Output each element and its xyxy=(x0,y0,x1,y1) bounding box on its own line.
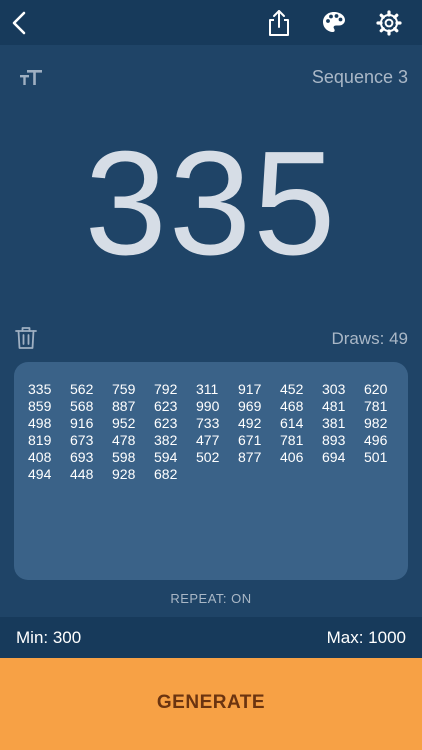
top-toolbar xyxy=(0,0,422,45)
history-number: 492 xyxy=(238,415,262,431)
history-number: 408 xyxy=(28,449,52,465)
history-number: 781 xyxy=(280,432,304,448)
history-number: 682 xyxy=(154,466,178,482)
draws-count: Draws: 49 xyxy=(331,329,408,348)
generate-button-label: GENERATE xyxy=(156,692,266,713)
history-number: 693 xyxy=(70,449,94,465)
history-number: 448 xyxy=(70,466,94,482)
history-number: 673 xyxy=(70,432,94,448)
history-number: 478 xyxy=(112,432,136,448)
generate-button[interactable]: GENERATE xyxy=(0,658,422,750)
history-number: 594 xyxy=(154,449,178,465)
history-number: 781 xyxy=(364,398,388,414)
history-number: 311 xyxy=(196,381,219,397)
history-number: 917 xyxy=(238,381,262,397)
current-number: 335 xyxy=(84,121,338,286)
range-bar: Min: 300 Max: 1000 xyxy=(0,617,422,658)
history-number: 614 xyxy=(280,415,304,431)
history-number: 452 xyxy=(280,381,304,397)
history-number: 671 xyxy=(238,432,262,448)
history-number: 481 xyxy=(322,398,346,414)
history-number: 759 xyxy=(112,381,136,397)
history-number: 598 xyxy=(112,449,136,465)
history-number: 887 xyxy=(112,398,136,414)
back-chevron-icon[interactable] xyxy=(10,10,30,36)
share-icon[interactable] xyxy=(266,9,292,37)
history-number: 501 xyxy=(364,449,388,465)
history-number: 819 xyxy=(28,432,52,448)
history-number: 694 xyxy=(322,449,346,465)
history-number: 733 xyxy=(196,415,220,431)
palette-icon[interactable] xyxy=(321,10,347,34)
history-number: 969 xyxy=(238,398,262,414)
history-number: 477 xyxy=(196,432,220,448)
history-number: 335 xyxy=(28,381,52,397)
history-number: 623 xyxy=(154,398,178,414)
history-number: 792 xyxy=(154,381,178,397)
history-number: 494 xyxy=(28,466,52,482)
history-number: 859 xyxy=(28,398,52,414)
history-number: 928 xyxy=(112,466,136,482)
history-number: 502 xyxy=(196,449,220,465)
history-number: 952 xyxy=(112,415,136,431)
history-number: 382 xyxy=(154,432,178,448)
sequence-label: Sequence 3 xyxy=(311,67,408,87)
history-number: 990 xyxy=(196,398,220,414)
history-panel[interactable]: 335 562 759 792 311 917 452 303 620 859 568 887 623 9… xyxy=(14,362,408,580)
settings-gear-icon[interactable] xyxy=(375,9,403,37)
history-number: 620 xyxy=(364,381,388,397)
history-number: 468 xyxy=(280,398,304,414)
min-value[interactable]: Min: 300 xyxy=(16,628,81,648)
history-number: 498 xyxy=(28,415,52,431)
history-number: 406 xyxy=(280,449,304,465)
history-number: 562 xyxy=(70,381,94,397)
history-number: 303 xyxy=(322,381,346,397)
max-value[interactable]: Max: 1000 xyxy=(327,628,406,648)
history-number: 496 xyxy=(364,432,388,448)
history-number: 982 xyxy=(364,415,388,431)
history-number: 916 xyxy=(70,415,94,431)
history-number: 893 xyxy=(322,432,346,448)
text-size-icon[interactable] xyxy=(20,69,42,87)
repeat-toggle[interactable]: REPEAT: ON xyxy=(0,591,422,606)
history-number: 877 xyxy=(238,449,262,465)
history-grid: 335 562 759 792 311 917 452 303 620 859 568 887 623 9… xyxy=(28,381,406,483)
history-number: 623 xyxy=(154,415,178,431)
history-number: 381 xyxy=(322,415,346,431)
history-number: 568 xyxy=(70,398,94,414)
trash-icon[interactable] xyxy=(15,326,37,350)
